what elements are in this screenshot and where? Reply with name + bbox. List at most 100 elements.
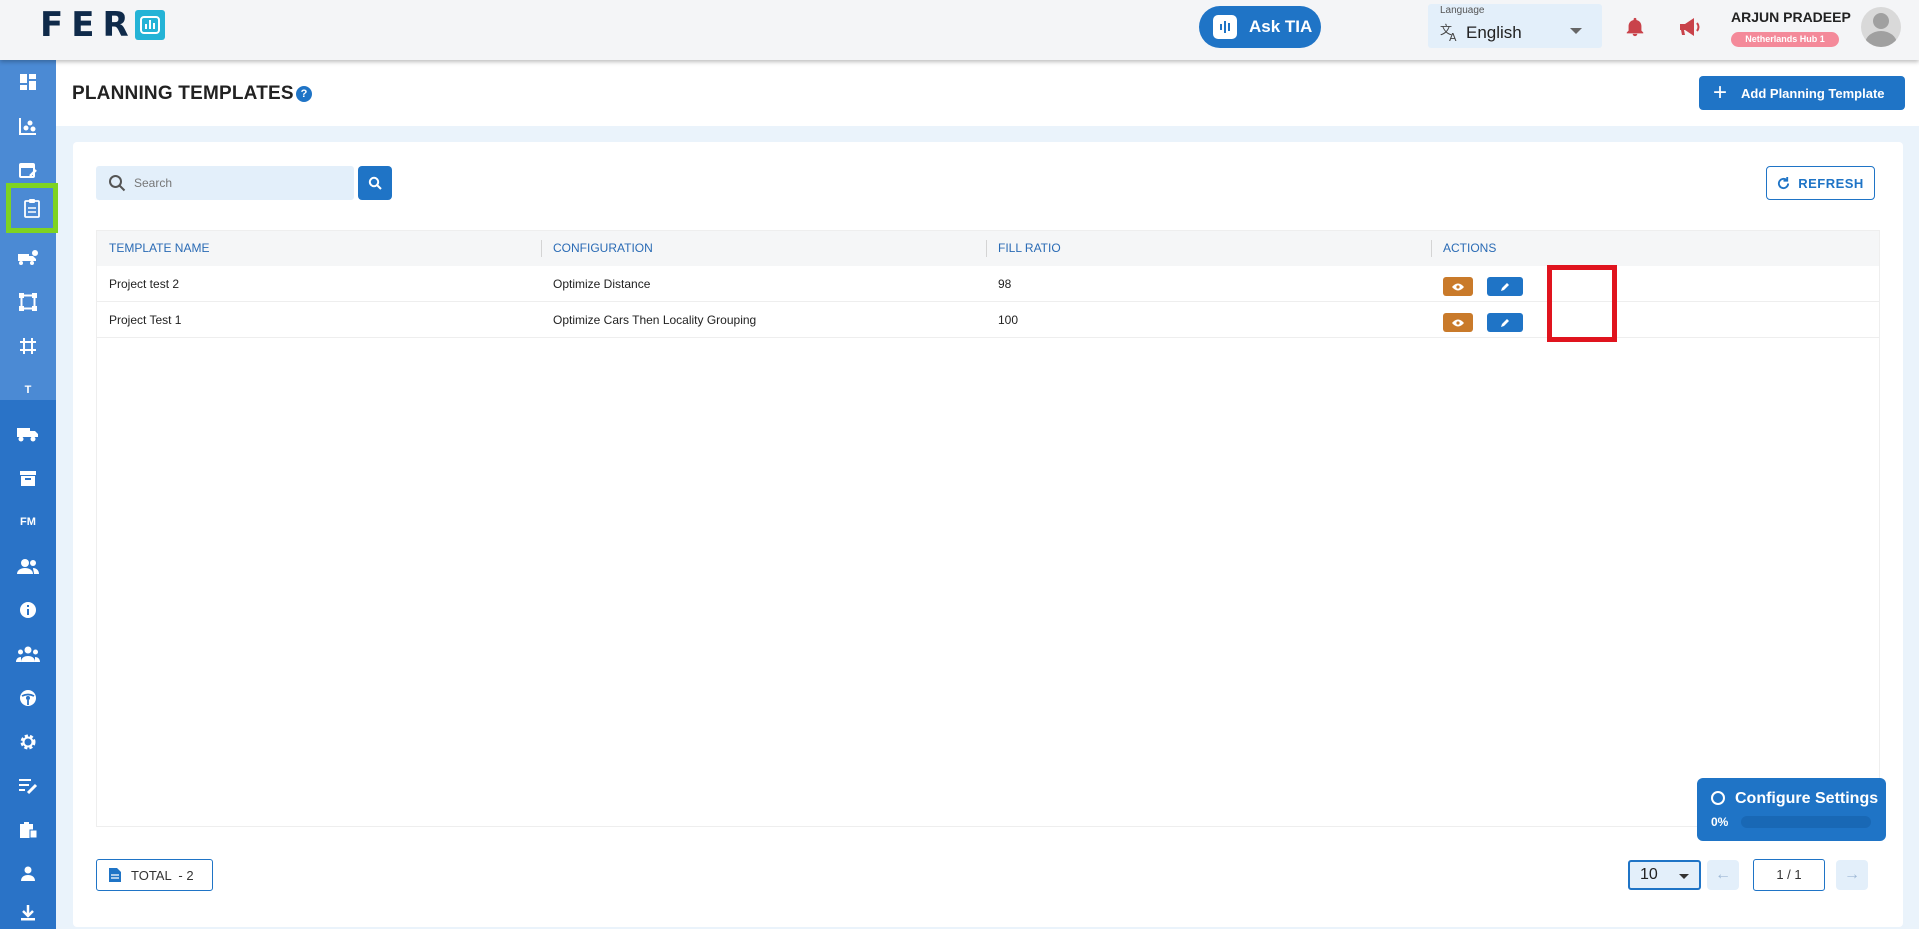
fero-logo[interactable]: FER bbox=[40, 5, 165, 45]
language-value: English bbox=[1466, 23, 1522, 42]
top-bar: FER Ask TIA Language 文A English ARJUN PR… bbox=[0, 0, 1919, 60]
sidebar-item-users[interactable] bbox=[0, 544, 56, 588]
help-icon[interactable]: ? bbox=[296, 86, 312, 102]
avatar[interactable] bbox=[1861, 7, 1901, 47]
truck-icon bbox=[17, 428, 38, 442]
text-t-icon: T bbox=[24, 384, 32, 396]
cell-fill-ratio: 100 bbox=[998, 313, 1019, 327]
sidebar-item-dashboard[interactable] bbox=[0, 60, 56, 104]
search-input[interactable] bbox=[134, 166, 344, 200]
download-icon bbox=[21, 904, 35, 920]
chevron-down-icon bbox=[1570, 28, 1582, 34]
logo-text: FER bbox=[40, 5, 137, 45]
clipboard-icon bbox=[24, 199, 40, 218]
sidebar-item-fm[interactable]: FM bbox=[0, 500, 56, 544]
table-row: Project Test 1 Optimize Cars Then Locali… bbox=[97, 302, 1879, 338]
voice-wave-icon bbox=[1213, 15, 1237, 39]
refresh-icon bbox=[1778, 176, 1790, 189]
column-header-actions: ACTIONS bbox=[1431, 231, 1881, 266]
sidebar-item-delivery[interactable] bbox=[0, 412, 56, 456]
sidebar-item-grid[interactable] bbox=[0, 324, 56, 368]
sidebar-item-vehicle-settings[interactable] bbox=[0, 236, 56, 280]
previous-page-button[interactable]: ← bbox=[1707, 860, 1739, 890]
sidebar-item-planning[interactable] bbox=[6, 183, 58, 233]
cell-fill-ratio: 98 bbox=[998, 277, 1012, 291]
logo-o-icon bbox=[134, 10, 165, 40]
pencil-icon bbox=[1501, 282, 1509, 291]
configure-settings-percent: 0% bbox=[1711, 815, 1729, 829]
grid-hash-icon bbox=[20, 338, 36, 354]
search-icon bbox=[368, 176, 382, 190]
sidebar-item-download[interactable] bbox=[0, 896, 56, 929]
sidebar-item-settings[interactable] bbox=[0, 720, 56, 764]
user-name: ARJUN PRADEEP bbox=[1731, 9, 1851, 25]
refresh-label: REFRESH bbox=[1798, 175, 1864, 191]
sidebar-item-t[interactable]: T bbox=[0, 368, 56, 412]
translate-icon: 文A bbox=[1440, 22, 1460, 47]
column-header-configuration[interactable]: CONFIGURATION bbox=[541, 231, 986, 266]
sidebar-item-analytics[interactable] bbox=[0, 104, 56, 148]
view-button[interactable] bbox=[1443, 277, 1473, 296]
column-header-fill-ratio[interactable]: FILL RATIO bbox=[986, 231, 1431, 266]
hub-badge[interactable]: Netherlands Hub 1 bbox=[1731, 32, 1839, 47]
pencil-icon bbox=[1501, 318, 1509, 327]
page-title: PLANNING TEMPLATES bbox=[72, 83, 294, 104]
steering-wheel-icon bbox=[20, 690, 36, 706]
dashboard-icon bbox=[20, 74, 36, 90]
configure-settings-widget[interactable]: Configure Settings 0% bbox=[1697, 778, 1886, 841]
total-label: TOTAL - 2 bbox=[131, 867, 194, 883]
sidebar-item-groups[interactable] bbox=[0, 632, 56, 676]
table-header: TEMPLATE NAME CONFIGURATION FILL RATIO A… bbox=[97, 231, 1879, 266]
column-header-template-name[interactable]: TEMPLATE NAME bbox=[97, 231, 541, 266]
network-icon bbox=[19, 293, 37, 311]
sidebar-item-person[interactable] bbox=[0, 852, 56, 896]
page-indicator: 1 / 1 bbox=[1753, 859, 1825, 891]
refresh-button[interactable]: REFRESH bbox=[1766, 166, 1875, 200]
language-select[interactable]: Language 文A English bbox=[1428, 4, 1602, 48]
person-pin-icon bbox=[21, 866, 35, 881]
templates-card: REFRESH TEMPLATE NAME CONFIGURATION FILL… bbox=[73, 142, 1903, 927]
inventory-icon bbox=[20, 822, 38, 839]
users-icon bbox=[17, 559, 39, 574]
sidebar-item-inventory[interactable] bbox=[0, 808, 56, 852]
view-button[interactable] bbox=[1443, 313, 1473, 332]
document-icon bbox=[109, 868, 121, 882]
ask-tia-button[interactable]: Ask TIA bbox=[1199, 6, 1321, 48]
rows-per-page-select[interactable]: 10 bbox=[1628, 860, 1701, 890]
cell-configuration: Optimize Distance bbox=[553, 277, 651, 291]
bell-icon[interactable] bbox=[1624, 16, 1646, 43]
language-label: Language bbox=[1440, 5, 1485, 16]
search-icon bbox=[108, 174, 126, 197]
arrow-left-icon: ← bbox=[1715, 866, 1731, 883]
sidebar: T FM bbox=[0, 60, 58, 929]
megaphone-icon[interactable] bbox=[1678, 16, 1702, 43]
search-button[interactable] bbox=[358, 166, 392, 200]
edit-button[interactable] bbox=[1487, 313, 1523, 332]
chevron-down-icon bbox=[1679, 874, 1689, 879]
sidebar-item-info[interactable] bbox=[0, 588, 56, 632]
ask-tia-label: Ask TIA bbox=[1249, 17, 1313, 36]
next-page-button[interactable]: → bbox=[1836, 860, 1868, 890]
total-count: TOTAL - 2 bbox=[96, 859, 213, 891]
search-field[interactable] bbox=[96, 166, 354, 200]
add-planning-template-button[interactable]: + Add Planning Template bbox=[1699, 76, 1905, 110]
sidebar-item-archive[interactable] bbox=[0, 456, 56, 500]
cell-configuration: Optimize Cars Then Locality Grouping bbox=[553, 313, 757, 327]
groups-icon bbox=[16, 646, 40, 662]
edit-button[interactable] bbox=[1487, 277, 1523, 296]
analytics-icon bbox=[19, 118, 36, 135]
sidebar-item-network[interactable] bbox=[0, 280, 56, 324]
sidebar-item-notes[interactable] bbox=[0, 764, 56, 808]
rows-per-page-value: 10 bbox=[1640, 866, 1658, 883]
settings-icon bbox=[20, 734, 36, 750]
eye-icon bbox=[1452, 283, 1464, 290]
calendar-edit-icon bbox=[19, 163, 37, 178]
templates-table: TEMPLATE NAME CONFIGURATION FILL RATIO A… bbox=[96, 230, 1880, 827]
page-header: PLANNING TEMPLATES ? + Add Planning Temp… bbox=[56, 60, 1919, 126]
sidebar-item-drivers[interactable] bbox=[0, 676, 56, 720]
svg-text:A: A bbox=[1449, 31, 1457, 42]
info-icon bbox=[20, 602, 36, 618]
configure-settings-title: Configure Settings bbox=[1735, 790, 1879, 807]
fm-icon: FM bbox=[20, 516, 36, 528]
configure-settings-progress bbox=[1741, 816, 1871, 828]
